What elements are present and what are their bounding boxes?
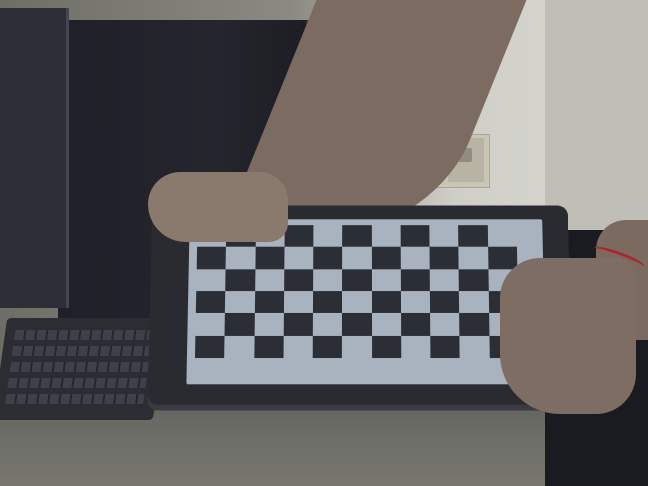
checkerboard-square xyxy=(342,225,372,248)
checkerboard-square xyxy=(313,291,343,314)
checkerboard-square xyxy=(312,313,343,336)
checkerboard-square xyxy=(487,225,517,248)
checkerboard-square xyxy=(429,247,460,269)
checkerboard-square xyxy=(284,225,314,248)
checkerboard-square xyxy=(196,268,226,292)
checkerboard-square xyxy=(313,225,343,248)
checkerboard-square xyxy=(458,225,488,248)
person-left-hand xyxy=(148,172,288,242)
checkerboard-square xyxy=(195,291,226,314)
keyboard-key-row xyxy=(7,378,147,388)
checkerboard-square xyxy=(459,335,490,359)
checkerboard-square xyxy=(283,268,314,292)
checkerboard-square xyxy=(253,335,284,359)
checkerboard-square xyxy=(283,291,314,314)
keyboard-key-row xyxy=(9,362,149,372)
checkerboard-square xyxy=(371,313,402,336)
checkerboard-square xyxy=(342,268,372,292)
checkerboard-square xyxy=(458,247,489,269)
person-right-hand xyxy=(500,258,636,414)
checkerboard-square xyxy=(284,247,314,269)
checkerboard-square xyxy=(254,313,284,336)
checkerboard-square xyxy=(342,247,372,269)
checkerboard-square xyxy=(224,313,255,336)
keyboard xyxy=(0,318,168,420)
keyboard-key-row xyxy=(14,330,154,340)
checkerboard-square xyxy=(429,268,460,292)
checkerboard-square xyxy=(283,335,313,359)
checkerboard-square xyxy=(225,247,256,269)
checkerboard-square xyxy=(342,291,372,314)
checkerboard-square xyxy=(195,313,226,336)
checkerboard-square xyxy=(400,291,431,314)
checkerboard-square xyxy=(371,335,402,359)
checkerboard-square xyxy=(459,268,489,292)
checkerboard-square xyxy=(400,225,430,248)
checkerboard-square xyxy=(196,247,227,269)
person-shirt xyxy=(545,0,648,240)
checkerboard-square xyxy=(283,313,314,336)
checkerboard-square xyxy=(225,268,255,292)
checkerboard-square xyxy=(459,291,489,314)
checkerboard-square xyxy=(487,247,518,269)
checkerboard-square xyxy=(430,335,461,359)
keyboard-key-row xyxy=(5,394,145,404)
tablet-screen xyxy=(186,219,546,385)
checkerboard-square xyxy=(430,313,460,336)
checkerboard-square xyxy=(429,225,459,248)
checkerboard-square xyxy=(430,291,460,314)
checkerboard-square xyxy=(313,247,343,269)
checkerboard-square xyxy=(312,335,343,359)
monitor xyxy=(0,8,69,308)
checkerboard-square xyxy=(224,335,255,359)
photo-scene xyxy=(0,0,648,486)
checkerboard-square xyxy=(371,268,401,292)
checkerboard xyxy=(194,225,519,359)
checkerboard-square xyxy=(400,247,430,269)
checkerboard-square xyxy=(401,335,431,359)
keyboard-key-row xyxy=(11,346,152,356)
checkerboard-square xyxy=(194,335,225,359)
checkerboard-square xyxy=(371,225,401,248)
checkerboard-square xyxy=(342,313,372,336)
checkerboard-square xyxy=(254,291,284,314)
checkerboard-square xyxy=(371,247,401,269)
checkerboard-square xyxy=(254,247,285,269)
checkerboard-square xyxy=(400,313,431,336)
checkerboard-square xyxy=(254,268,285,292)
checkerboard-square xyxy=(459,313,490,336)
checkerboard-square xyxy=(313,268,343,292)
checkerboard-square xyxy=(225,291,255,314)
checkerboard-square xyxy=(371,291,401,314)
checkerboard-square xyxy=(342,335,372,359)
checkerboard-square xyxy=(400,268,431,292)
